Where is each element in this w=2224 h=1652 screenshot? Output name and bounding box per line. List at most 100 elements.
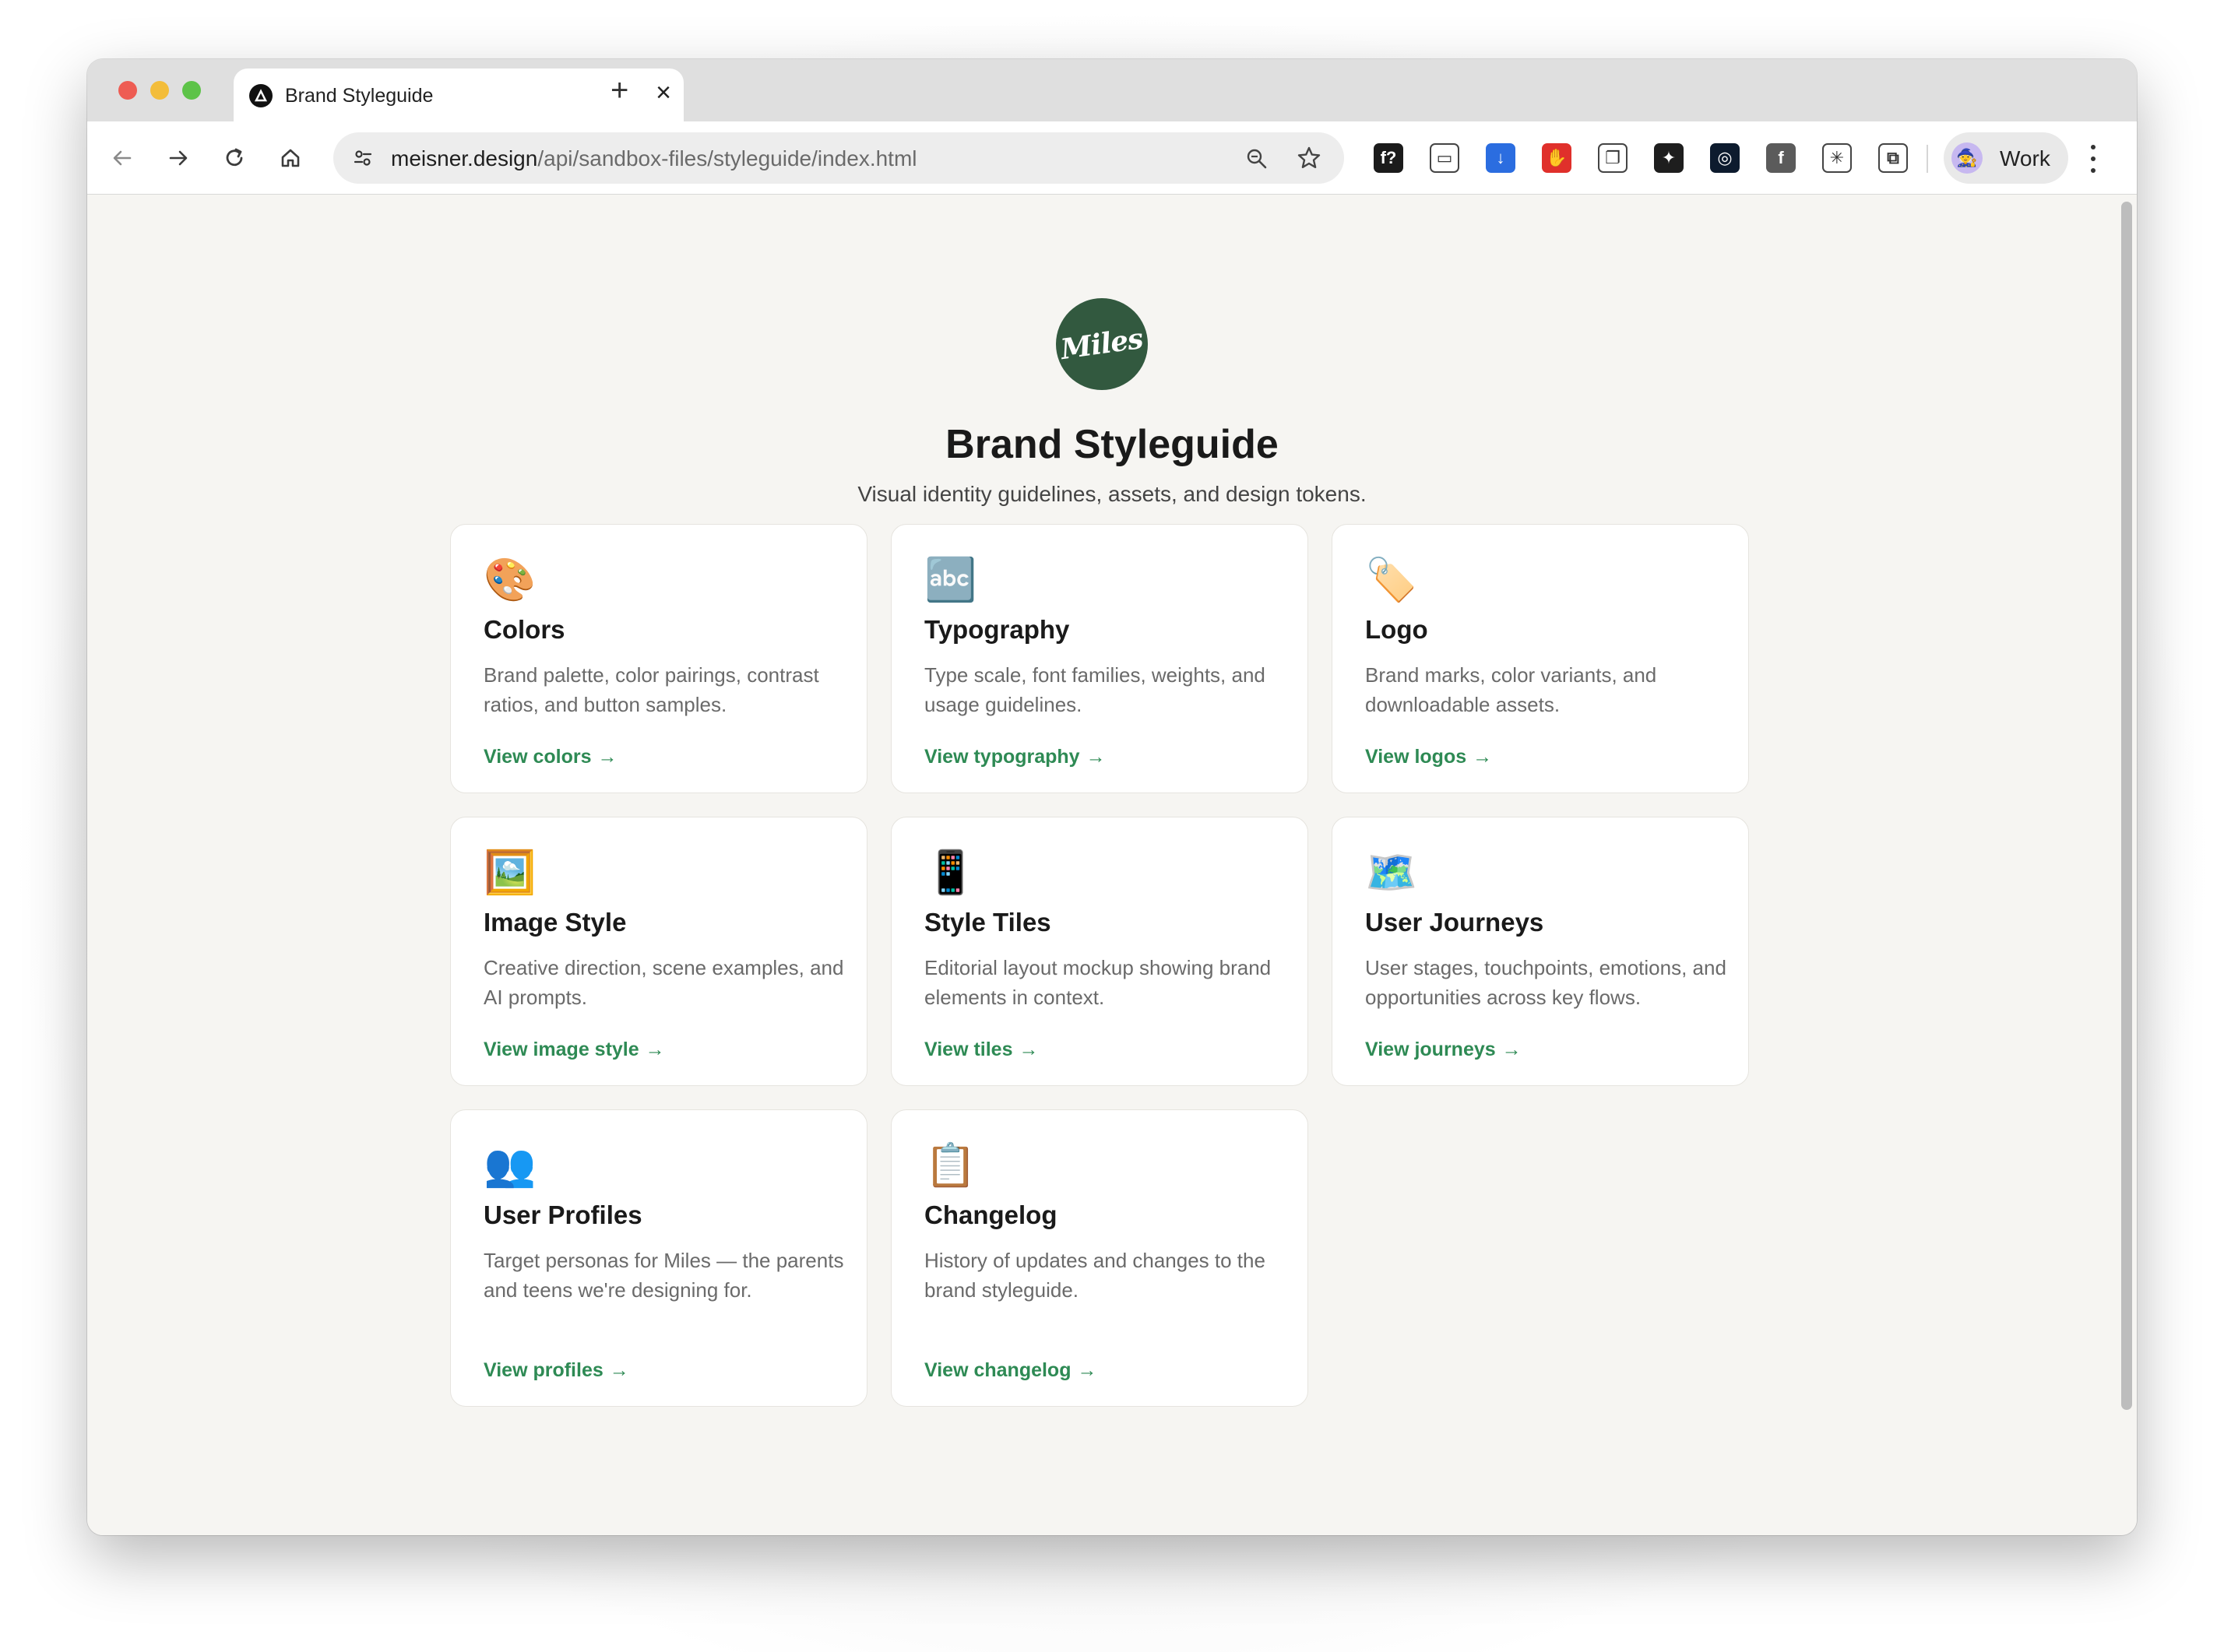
card-link[interactable]: View profiles → xyxy=(484,1359,629,1382)
page-title: Brand Styleguide xyxy=(945,422,1279,467)
card-link-label: View changelog xyxy=(924,1359,1072,1381)
arrow-right-icon: → xyxy=(609,1359,629,1381)
card-description: Brand marks, color variants, and downloa… xyxy=(1365,663,1657,716)
card-link[interactable]: View changelog → xyxy=(924,1359,1096,1382)
card-link[interactable]: View journeys → xyxy=(1365,1039,1522,1061)
card-title: Logo xyxy=(1365,615,1428,644)
arrow-right-icon: → xyxy=(1077,1359,1097,1381)
arrow-right-icon: → xyxy=(1473,746,1493,768)
clipboard-icon: 📋 xyxy=(924,1141,977,1190)
f-icon[interactable]: f xyxy=(1766,143,1796,173)
profile-button[interactable]: 🧙 Work xyxy=(1944,132,2068,184)
download-icon[interactable]: ↓ xyxy=(1486,143,1515,173)
bookmark-star-icon[interactable] xyxy=(1293,142,1325,174)
framed-picture-icon: 🖼️ xyxy=(484,848,537,897)
new-tab-button[interactable]: + xyxy=(611,73,628,107)
copy-icon[interactable]: ❐ xyxy=(1598,143,1628,173)
site-info-icon[interactable] xyxy=(346,141,380,175)
tab-title: Brand Styleguide xyxy=(285,85,434,107)
card-title: Changelog xyxy=(924,1200,1057,1229)
card-link-label: View image style xyxy=(484,1039,639,1060)
arrow-right-icon: → xyxy=(1019,1039,1039,1060)
arrow-right-icon: → xyxy=(1501,1039,1522,1060)
label-tag-icon: 🏷️ xyxy=(1365,555,1418,604)
card-title: User Journeys xyxy=(1365,908,1544,937)
card-title: User Profiles xyxy=(484,1200,642,1229)
url-path: /api/sandbox-files/styleguide/index.html xyxy=(537,146,917,170)
zoom-icon[interactable] xyxy=(1241,143,1272,174)
card-link-label: View journeys xyxy=(1365,1039,1496,1060)
home-icon xyxy=(281,149,300,167)
address-bar[interactable]: meisner.design/api/sandbox-files/stylegu… xyxy=(333,132,1344,184)
tab-close-icon[interactable]: × xyxy=(656,79,671,106)
card-colors[interactable]: 🎨 Colors Brand palette, color pairings, co… xyxy=(450,524,867,793)
back-button[interactable] xyxy=(104,140,140,176)
profile-label: Work xyxy=(2000,146,2050,170)
card-image-style[interactable]: 🖼️ Image Style Creative direction, scene e… xyxy=(450,817,867,1086)
avatar: 🧙 xyxy=(1951,142,1983,174)
card-description: Creative direction, scene examples, and … xyxy=(484,956,844,1009)
url-text[interactable]: meisner.design/api/sandbox-files/stylegu… xyxy=(391,146,917,171)
arrow-right-icon: → xyxy=(597,746,618,768)
arrow-right-icon xyxy=(169,150,188,166)
browser-window: Brand Styleguide × + meisner.design/api/… xyxy=(87,59,2137,1535)
card-link[interactable]: View typography → xyxy=(924,746,1106,768)
card-logo[interactable]: 🏷️ Logo Brand marks, color variants, and d… xyxy=(1332,524,1749,793)
url-host: meisner.design xyxy=(391,146,538,170)
card-link-label: View logos xyxy=(1365,746,1467,768)
font-icon[interactable]: f? xyxy=(1374,143,1403,173)
card-description: Editorial layout mockup showing brand el… xyxy=(924,956,1272,1009)
figma-icon[interactable]: ✦ xyxy=(1654,143,1684,173)
card-description: Type scale, font families, weights, and … xyxy=(924,663,1265,716)
palette-icon: 🎨 xyxy=(484,555,537,604)
close-window-button[interactable] xyxy=(118,81,137,100)
page-subtitle: Visual identity guidelines, assets, and … xyxy=(857,482,1367,506)
abc-icon: 🔤 xyxy=(924,555,977,604)
card-description: History of updates and changes to the br… xyxy=(924,1249,1265,1302)
stop-icon[interactable]: ✋ xyxy=(1542,143,1571,173)
reload-button[interactable] xyxy=(216,140,252,176)
card-link-label: View profiles xyxy=(484,1359,604,1381)
card-user-journeys[interactable]: 🗺️ User Journeys User stages, touchpoints,… xyxy=(1332,817,1749,1086)
toolbar-divider xyxy=(1927,145,1928,173)
card-link-label: View colors xyxy=(484,746,592,768)
card-typography[interactable]: 🔤 Typography Type scale, font families, we… xyxy=(891,524,1308,793)
arrow-right-icon: → xyxy=(1086,746,1106,768)
card-link[interactable]: View colors → xyxy=(484,746,618,768)
card-link[interactable]: View logos → xyxy=(1365,746,1492,768)
card-changelog[interactable]: 📋 Changelog History of updates and changes… xyxy=(891,1109,1308,1407)
card-title: Colors xyxy=(484,615,565,644)
extensions-puzzle-icon[interactable]: ⧉ xyxy=(1878,143,1908,173)
reload-icon xyxy=(226,148,243,167)
people-icon: 👥 xyxy=(484,1141,537,1190)
card-link-label: View tiles xyxy=(924,1039,1013,1060)
card-title: Typography xyxy=(924,615,1070,644)
tab-strip: Brand Styleguide × + xyxy=(87,59,2137,121)
card-style-tiles[interactable]: 📱 Style Tiles Editorial layout mockup show… xyxy=(891,817,1308,1086)
screenshot-icon[interactable]: ▭ xyxy=(1430,143,1459,173)
capture-icon[interactable]: ◎ xyxy=(1710,143,1740,173)
arrow-right-icon: → xyxy=(645,1039,665,1060)
scrollbar[interactable] xyxy=(2121,202,2132,1410)
card-description: Brand palette, color pairings, contrast … xyxy=(484,663,819,716)
miles-logo: Miles xyxy=(1056,298,1148,390)
claude-icon[interactable]: ✳ xyxy=(1822,143,1852,173)
card-user-profiles[interactable]: 👥 User Profiles Target personas for Miles … xyxy=(450,1109,867,1407)
favicon-icon xyxy=(249,84,273,107)
forward-button[interactable] xyxy=(160,140,196,176)
card-title: Image Style xyxy=(484,908,627,937)
browser-menu-icon[interactable] xyxy=(2085,142,2101,176)
home-button[interactable] xyxy=(273,140,308,176)
browser-toolbar: meisner.design/api/sandbox-files/stylegu… xyxy=(87,121,2137,195)
minimize-window-button[interactable] xyxy=(150,81,169,100)
logo-wordmark: Miles xyxy=(1058,322,1145,367)
card-link[interactable]: View tiles → xyxy=(924,1039,1039,1061)
page-content: Miles Brand Styleguide Visual identity g… xyxy=(87,195,2137,1535)
map-icon: 🗺️ xyxy=(1365,848,1418,897)
card-link-label: View typography xyxy=(924,746,1080,768)
card-description: Target personas for Miles — the parents … xyxy=(484,1249,844,1302)
card-link[interactable]: View image style → xyxy=(484,1039,665,1061)
card-description: User stages, touchpoints, emotions, and … xyxy=(1365,956,1726,1009)
card-title: Style Tiles xyxy=(924,908,1051,937)
maximize-window-button[interactable] xyxy=(182,81,201,100)
